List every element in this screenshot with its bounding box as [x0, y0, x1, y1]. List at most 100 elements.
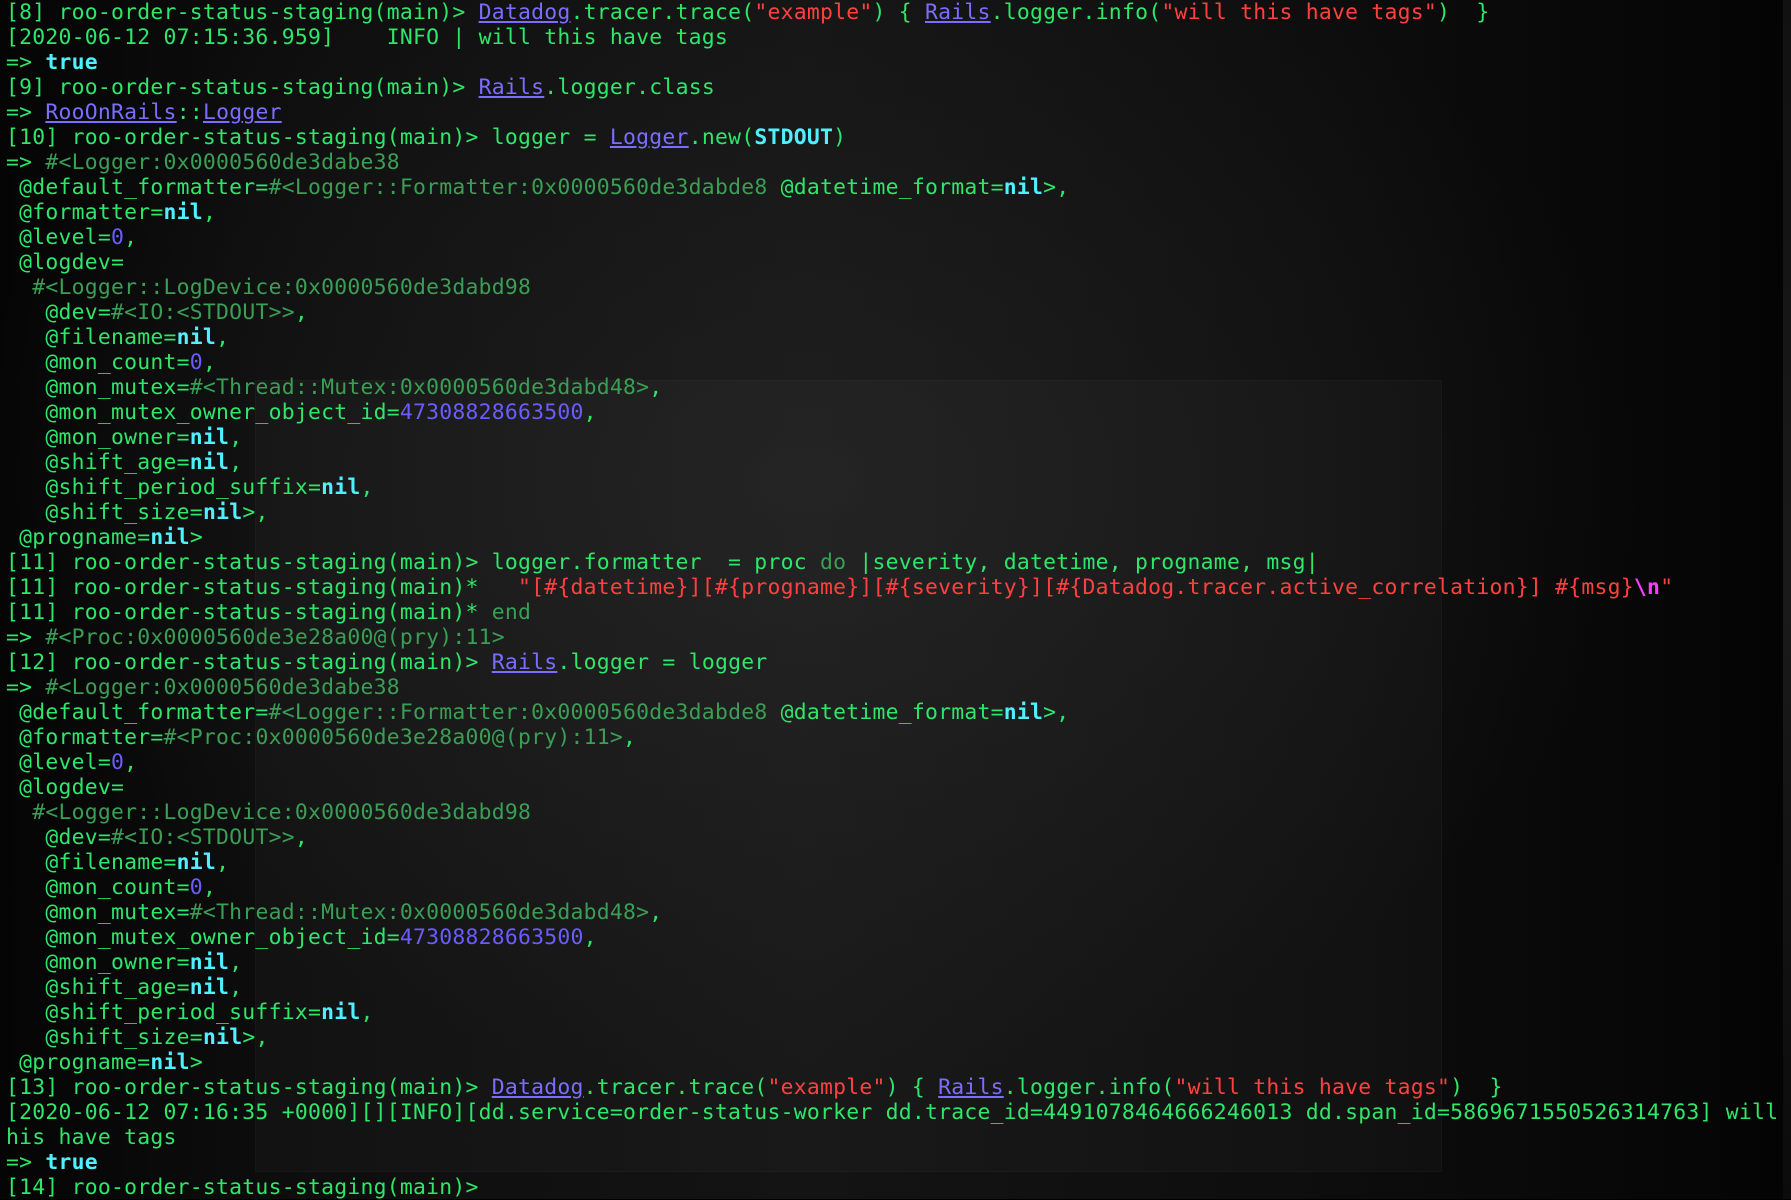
terminal-text-segment: [2020-06-12 07:16:35 +0000][][INFO][dd.s…: [6, 1100, 1791, 1125]
terminal-text-segment: @shift_period_suffix=: [6, 475, 322, 500]
terminal-text-segment: @mon_mutex=: [6, 900, 190, 925]
terminal-text-segment: #<Logger::Formatter:0x0000560de3dabde8: [268, 700, 768, 725]
terminal-text-segment: @level=: [6, 225, 112, 250]
terminal-text-segment: >,: [1043, 175, 1070, 200]
terminal-text-segment: @progname=: [6, 1050, 151, 1075]
terminal-text-segment: ) {: [885, 1075, 939, 1100]
terminal-text-segment: ::: [176, 100, 203, 125]
terminal-line: [11] roo-order-status-staging(main)* "[#…: [6, 575, 1791, 600]
terminal-text-segment: [8] roo-order-status-staging(main)>: [6, 0, 479, 25]
terminal-line: @mon_owner=nil,: [6, 425, 1791, 450]
terminal-text-segment: Logger: [202, 100, 282, 125]
terminal-text-segment: [11] roo-order-status-staging(main)*: [6, 575, 519, 600]
terminal-line: => #<Proc:0x0000560de3e28a00@(pry):11>: [6, 625, 1791, 650]
terminal-line: @filename=nil,: [6, 850, 1791, 875]
terminal-text-segment: Rails: [938, 1075, 1004, 1100]
terminal-text-segment: .logger.info(: [990, 0, 1162, 25]
terminal-text-segment: |severity, datetime, progname, msg|: [846, 550, 1319, 575]
terminal-text-segment: nil: [189, 425, 230, 450]
terminal-text-segment: ,: [583, 400, 597, 425]
terminal-text-segment: #<Proc:0x0000560de3e28a00@(pry):11>: [163, 725, 624, 750]
terminal-text-segment: ,: [202, 200, 217, 225]
terminal-line: @shift_period_suffix=nil,: [6, 1000, 1791, 1025]
terminal-text-segment: "example": [754, 0, 873, 25]
terminal-text-segment: ,: [124, 750, 138, 775]
terminal-text-segment: STDOUT: [754, 125, 834, 150]
terminal-text-segment: .logger.class: [544, 75, 715, 100]
terminal-text-segment: true: [45, 50, 98, 75]
terminal-line: @formatter=#<Proc:0x0000560de3e28a00@(pr…: [6, 725, 1791, 750]
terminal-line: @default_formatter=#<Logger::Formatter:0…: [6, 700, 1791, 725]
terminal-text-segment: "will this have tags": [1174, 1075, 1451, 1100]
terminal-line: => RooOnRails::Logger: [6, 100, 1791, 125]
terminal-text-segment: @shift_period_suffix=: [6, 1000, 322, 1025]
terminal-text-segment: RooOnRails: [45, 100, 177, 125]
terminal-text-segment: @mon_mutex=: [6, 375, 190, 400]
terminal-text-segment: #<Thread::Mutex:0x0000560de3dabd48>: [189, 375, 650, 400]
terminal-line: [11] roo-order-status-staging(main)* end: [6, 600, 1791, 625]
terminal-text-segment: [12] roo-order-status-staging(main)>: [6, 650, 492, 675]
terminal-output[interactable]: [8] roo-order-status-staging(main)> Data…: [6, 0, 1791, 1200]
terminal-text-segment: "will this have tags": [1161, 0, 1438, 25]
terminal-text-segment: =>: [6, 150, 46, 175]
terminal-line: [14] roo-order-status-staging(main)>: [6, 1175, 1791, 1200]
terminal-text-segment: his have tags: [6, 1125, 177, 1150]
terminal-text-segment: =>: [6, 100, 46, 125]
terminal-text-segment: nil: [321, 1000, 361, 1025]
terminal-line: @progname=nil>: [6, 525, 1791, 550]
terminal-text-segment: ,: [623, 725, 637, 750]
terminal-text-segment: 47308828663500: [399, 925, 584, 950]
terminal-text-segment: nil: [189, 450, 230, 475]
terminal-text-segment: @progname=: [6, 525, 151, 550]
terminal-text-segment: nil: [176, 325, 217, 350]
terminal-line: [12] roo-order-status-staging(main)> Rai…: [6, 650, 1791, 675]
terminal-text-segment: "example": [767, 1075, 886, 1100]
terminal-text-segment: @shift_age=: [6, 975, 190, 1000]
terminal-text-segment: [11] roo-order-status-staging(main)> log…: [6, 550, 820, 575]
terminal-text-segment: =>: [6, 1150, 46, 1175]
terminal-line: => #<Logger:0x0000560de3dabe38: [6, 150, 1791, 175]
terminal-line: [11] roo-order-status-staging(main)> log…: [6, 550, 1791, 575]
terminal-line: @logdev=: [6, 250, 1791, 275]
terminal-text-segment: #<IO:<STDOUT>>: [111, 300, 295, 325]
terminal-text-segment: nil: [1003, 175, 1044, 200]
terminal-text-segment: .tracer.trace(: [583, 1075, 768, 1100]
terminal-text-segment: .tracer.trace(: [570, 0, 755, 25]
terminal-line: @shift_period_suffix=nil,: [6, 475, 1791, 500]
terminal-line: @level=0,: [6, 750, 1791, 775]
terminal-text-segment: [11] roo-order-status-staging(main)*: [6, 600, 492, 625]
terminal-line: [8] roo-order-status-staging(main)> Data…: [6, 0, 1791, 25]
terminal-text-segment: @shift_size=: [6, 500, 203, 525]
terminal-text-segment: .logger.info(: [1003, 1075, 1175, 1100]
terminal-text-segment: ,: [229, 950, 243, 975]
terminal-line: #<Logger::LogDevice:0x0000560de3dabd98: [6, 275, 1791, 300]
terminal-line: [13] roo-order-status-staging(main)> Dat…: [6, 1075, 1791, 1100]
terminal-text-segment: ,: [216, 325, 230, 350]
terminal-text-segment: @mon_owner=: [6, 950, 190, 975]
terminal-line: @mon_count=0,: [6, 875, 1791, 900]
terminal-line: [2020-06-12 07:16:35 +0000][][INFO][dd.s…: [6, 1100, 1791, 1125]
terminal-text-segment: #<Thread::Mutex:0x0000560de3dabd48>: [189, 900, 650, 925]
terminal-line: @default_formatter=#<Logger::Formatter:0…: [6, 175, 1791, 200]
terminal-text-segment: ,: [202, 350, 217, 375]
terminal-line: => #<Logger:0x0000560de3dabe38: [6, 675, 1791, 700]
terminal-text-segment: @mon_count=: [6, 350, 190, 375]
terminal-text-segment: #<Logger:0x0000560de3dabe38: [45, 150, 400, 175]
terminal-text-segment: ): [833, 125, 847, 150]
terminal-text-segment: 47308828663500: [399, 400, 584, 425]
terminal-text-segment: .new(: [688, 125, 755, 150]
terminal-text-segment: >,: [242, 1025, 269, 1050]
terminal-line: @mon_mutex_owner_object_id=4730882866350…: [6, 400, 1791, 425]
terminal-line: @filename=nil,: [6, 325, 1791, 350]
terminal-text-segment: ,: [583, 925, 597, 950]
terminal-text-segment: Datadog: [478, 0, 571, 25]
terminal-text-segment: true: [45, 1150, 98, 1175]
terminal-text-segment: #<IO:<STDOUT>>: [111, 825, 295, 850]
terminal-window[interactable]: [8] roo-order-status-staging(main)> Data…: [0, 0, 1791, 1200]
terminal-line: [2020-06-12 07:15:36.959] INFO | will th…: [6, 25, 1791, 50]
terminal-text-segment: [13] roo-order-status-staging(main)>: [6, 1075, 492, 1100]
terminal-line: @mon_mutex=#<Thread::Mutex:0x0000560de3d…: [6, 900, 1791, 925]
terminal-text-segment: @default_formatter=: [6, 700, 269, 725]
terminal-text-segment: ,: [649, 375, 663, 400]
terminal-text-segment: @dev=: [6, 825, 112, 850]
